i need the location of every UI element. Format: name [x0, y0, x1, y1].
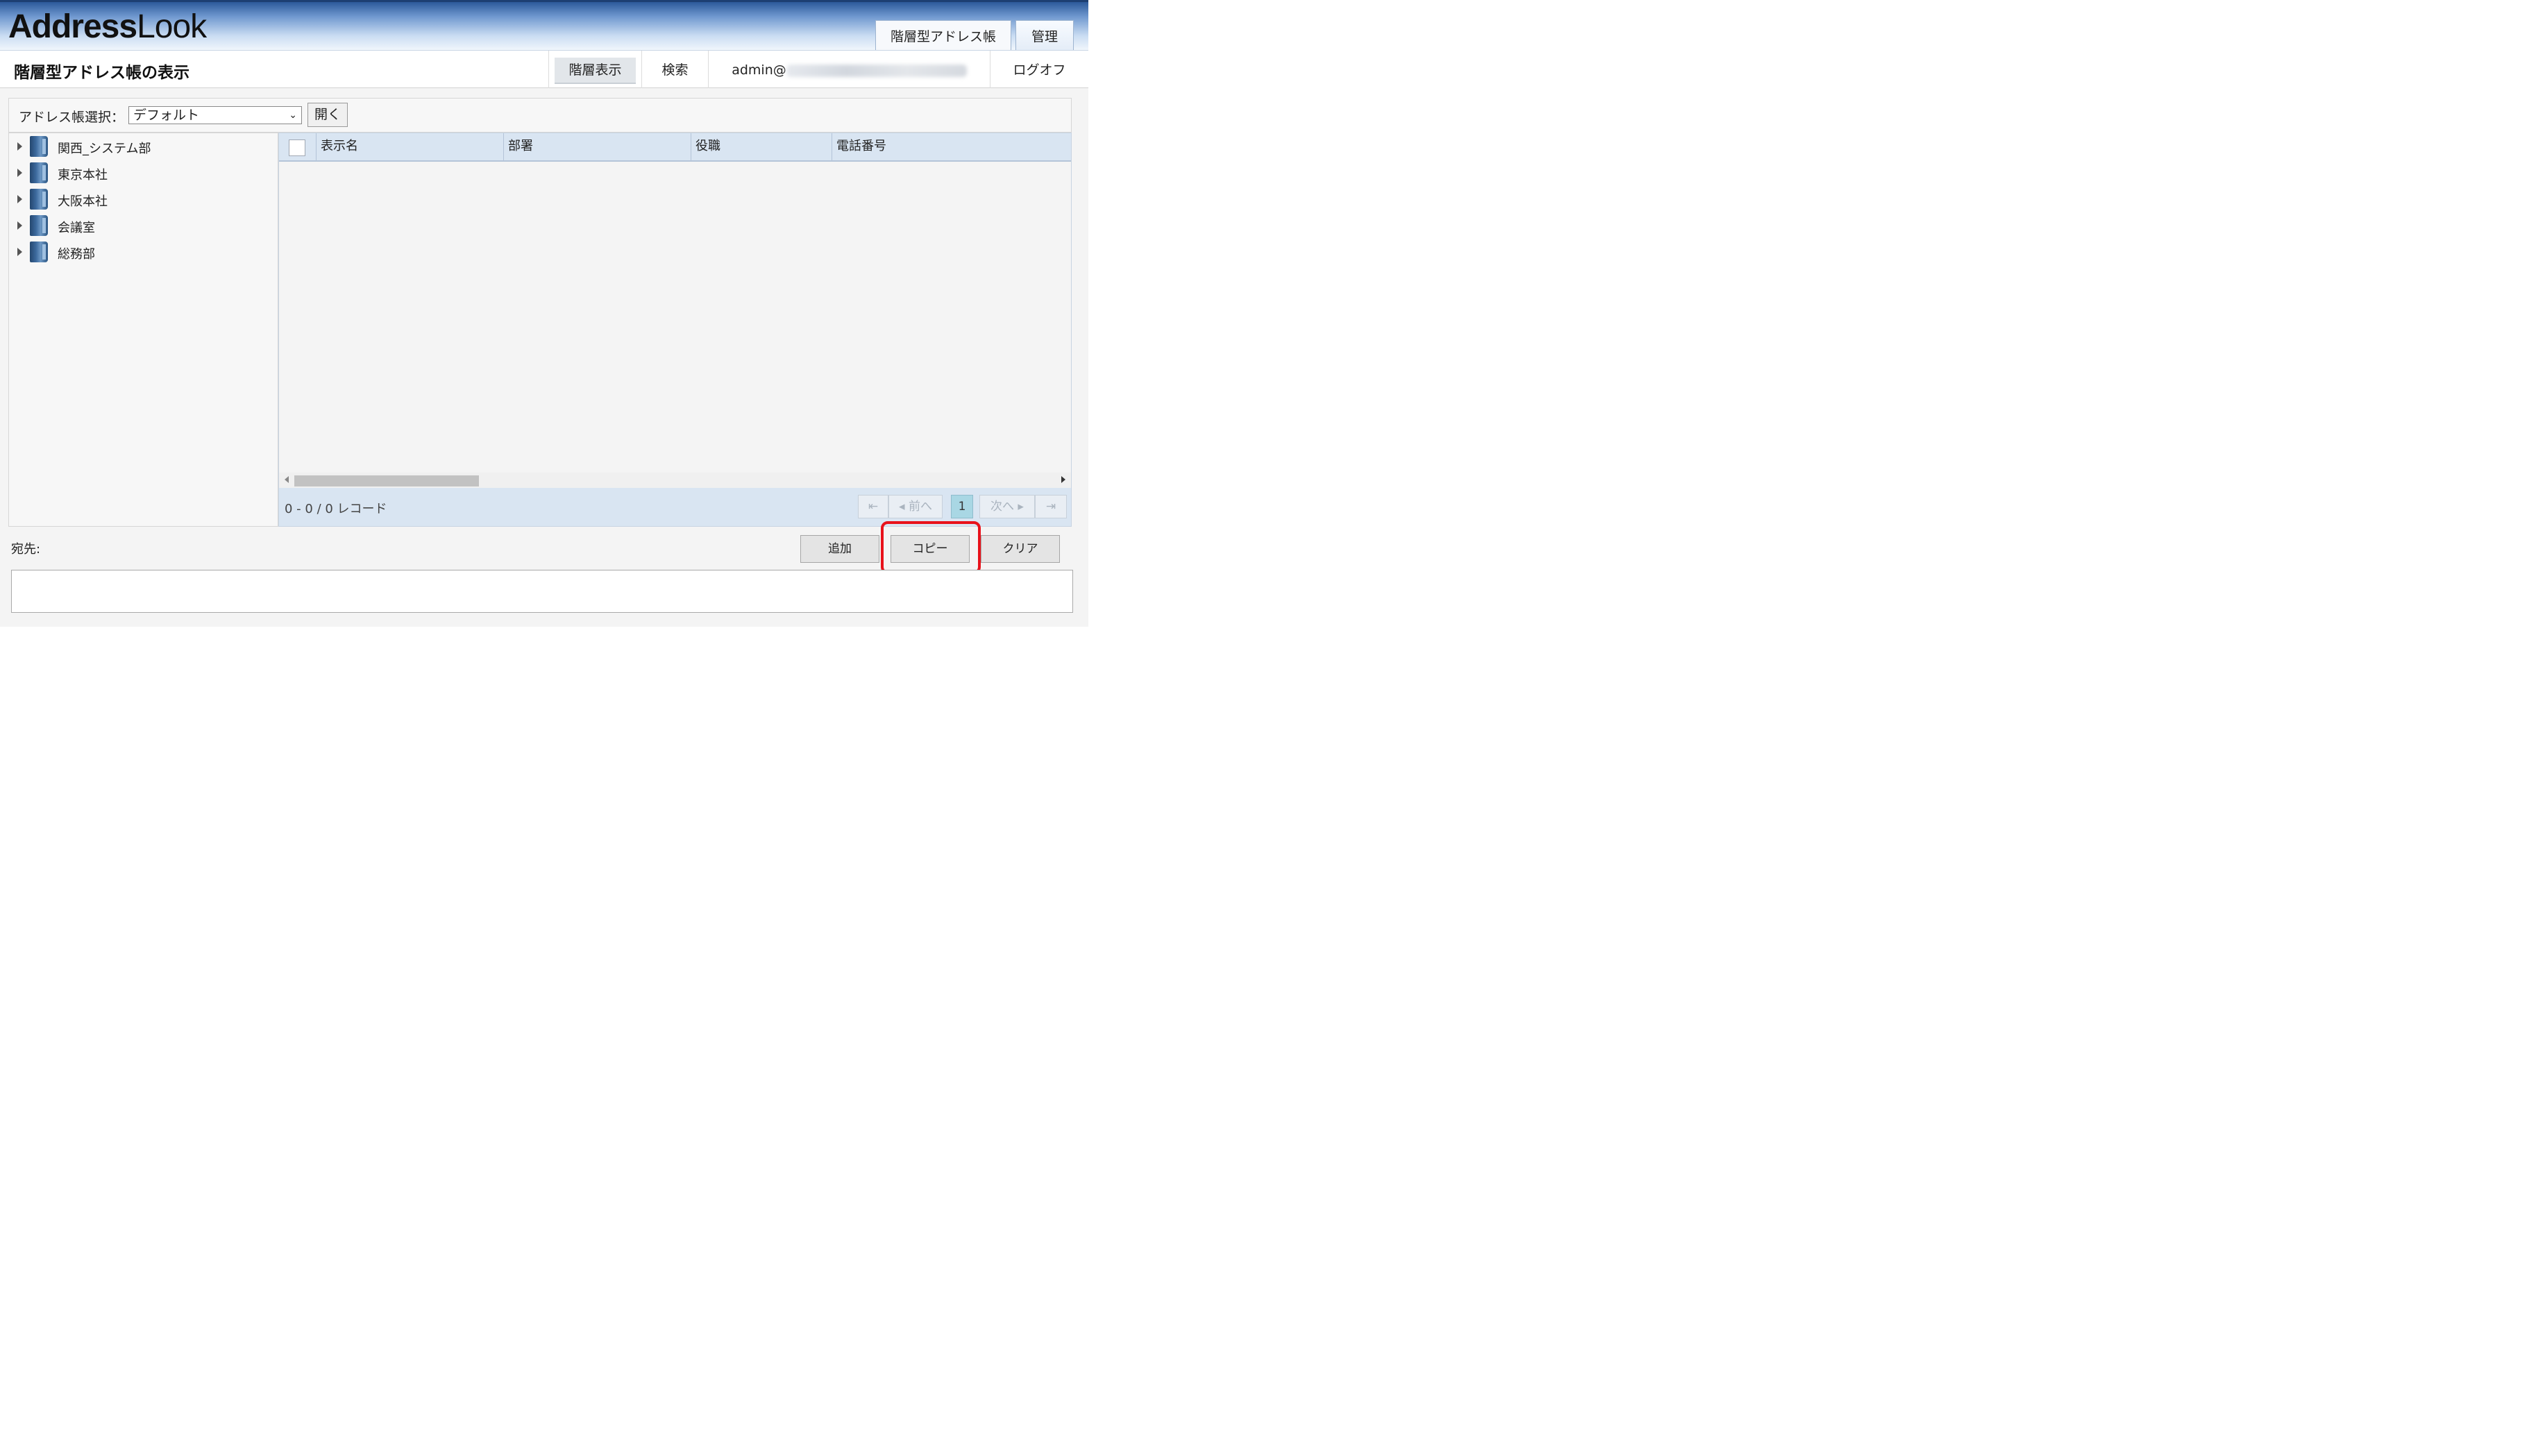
nav-search[interactable]: 検索	[641, 51, 708, 88]
add-button[interactable]: 追加	[800, 535, 879, 563]
destination-label: 宛先:	[11, 542, 41, 557]
tree-node[interactable]: 総務部	[9, 240, 273, 264]
app-logo: AddressLook	[8, 8, 207, 45]
address-book-icon	[30, 242, 48, 262]
tree-node-label: 総務部	[58, 247, 95, 262]
first-page-button[interactable]: ⇤	[858, 495, 888, 518]
horizontal-scrollbar[interactable]	[279, 473, 1071, 488]
tab-hierarchical-address-book[interactable]: 階層型アドレス帳	[875, 20, 1011, 52]
select-all-checkbox[interactable]	[289, 139, 305, 156]
column-header-display-name[interactable]: 表示名	[316, 133, 503, 161]
folder-tree: 関西_システム部 東京本社 大阪本社 会議室 総務部	[8, 133, 278, 527]
address-book-icon	[30, 136, 48, 157]
address-book-select[interactable]: デフォルト ⌄	[128, 106, 302, 124]
column-header-phone[interactable]: 電話番号	[832, 133, 1071, 161]
user-account: admin@	[708, 51, 990, 88]
chevron-down-icon: ⌄	[289, 110, 297, 121]
current-page-button[interactable]: 1	[951, 495, 973, 518]
tree-node[interactable]: 大阪本社	[9, 187, 273, 211]
destination-field[interactable]	[11, 570, 1073, 613]
redacted-domain	[786, 64, 967, 77]
scroll-thumb[interactable]	[294, 475, 479, 486]
contact-grid: 表示名 部署 役職 電話番号 0 - 0 / 0 レコード ⇤ ◂ 前へ 1 次…	[278, 133, 1072, 527]
tab-admin[interactable]: 管理	[1015, 20, 1074, 52]
address-book-selector-bar: アドレス帳選択： デフォルト ⌄ 開く	[8, 98, 1072, 133]
tree-node[interactable]: 東京本社	[9, 161, 273, 185]
tree-node-label: 東京本社	[58, 168, 108, 183]
expand-arrow-icon[interactable]	[17, 142, 22, 151]
expand-arrow-icon[interactable]	[17, 221, 22, 230]
title-bar: 階層型アドレス帳の表示 階層表示 検索 admin@ ログオフ	[0, 50, 1088, 88]
expand-arrow-icon[interactable]	[17, 248, 22, 256]
clear-button[interactable]: クリア	[981, 535, 1060, 563]
address-book-icon	[30, 162, 48, 183]
copy-button-highlight	[881, 521, 981, 574]
nav-hierarchy-view[interactable]: 階層表示	[548, 51, 641, 88]
address-book-select-label: アドレス帳選択：	[19, 110, 125, 125]
grid-header: 表示名 部署 役職 電話番号	[279, 133, 1071, 162]
pager-bar: 0 - 0 / 0 レコード ⇤ ◂ 前へ 1 次へ ▸ ⇥	[279, 488, 1071, 526]
prev-page-button[interactable]: ◂ 前へ	[888, 495, 943, 518]
column-header-title[interactable]: 役職	[691, 133, 832, 161]
tree-node-label: 関西_システム部	[58, 142, 151, 156]
main-area: アドレス帳選択： デフォルト ⌄ 開く 関西_システム部 東京本社 大阪本社 会議…	[0, 88, 1088, 627]
address-book-icon	[30, 189, 48, 210]
last-page-button[interactable]: ⇥	[1035, 495, 1067, 518]
column-header-department[interactable]: 部署	[503, 133, 691, 161]
address-book-icon	[30, 215, 48, 236]
logout-link[interactable]: ログオフ	[990, 51, 1088, 88]
tree-node[interactable]: 会議室	[9, 214, 273, 237]
header-bar: AddressLook 階層型アドレス帳 管理	[0, 0, 1088, 52]
next-page-button[interactable]: 次へ ▸	[979, 495, 1035, 518]
expand-arrow-icon[interactable]	[17, 169, 22, 177]
open-button[interactable]: 開く	[307, 103, 348, 127]
tree-node[interactable]: 関西_システム部	[9, 135, 273, 158]
tree-node-label: 大阪本社	[58, 194, 108, 209]
scroll-left-icon[interactable]	[285, 476, 289, 483]
scroll-right-icon[interactable]	[1061, 476, 1065, 483]
record-count: 0 - 0 / 0 レコード	[285, 502, 387, 516]
tree-node-label: 会議室	[58, 221, 95, 235]
page-title: 階層型アドレス帳の表示	[14, 64, 189, 82]
expand-arrow-icon[interactable]	[17, 195, 22, 203]
